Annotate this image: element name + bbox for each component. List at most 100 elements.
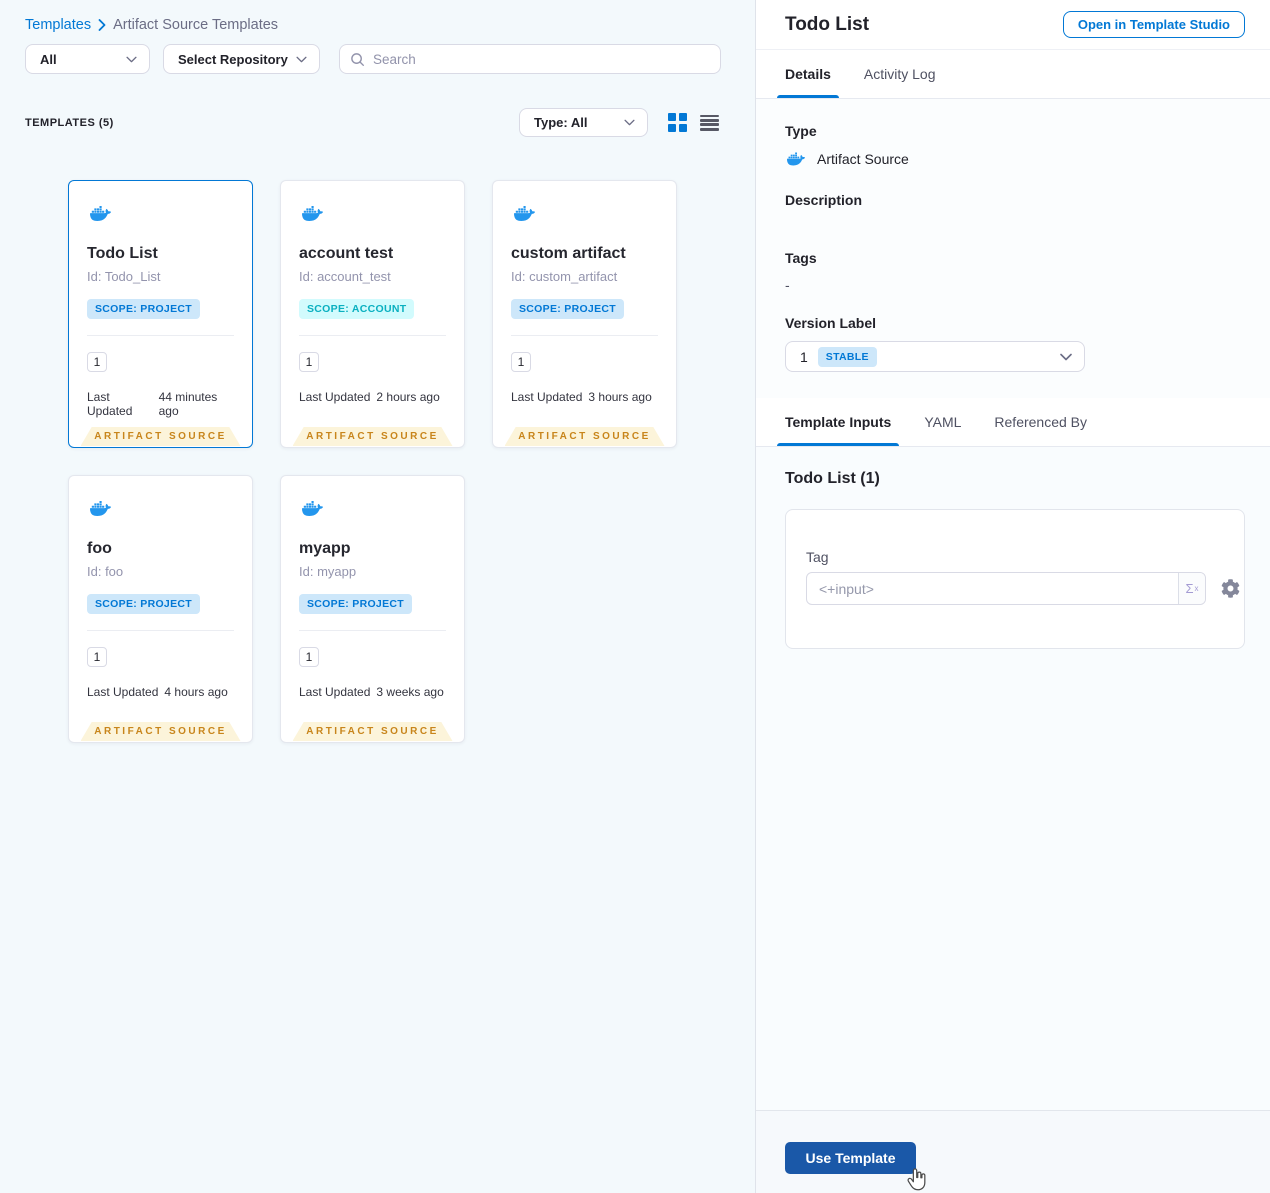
panel-title: Todo List — [785, 13, 870, 35]
scope-badge: SCOPE: PROJECT — [87, 299, 200, 319]
tab-template-inputs[interactable]: Template Inputs — [776, 398, 900, 446]
template-card-custom-artifact[interactable]: custom artifact Id: custom_artifact SCOP… — [492, 180, 677, 448]
docker-icon — [87, 203, 114, 224]
inputs-card: Tag Σx — [785, 509, 1245, 649]
template-card-title: Todo List — [87, 245, 158, 262]
tag-input[interactable] — [807, 573, 1178, 604]
template-card-account-test[interactable]: account test Id: account_test SCOPE: ACC… — [280, 180, 465, 448]
version-count-badge: 1 — [299, 647, 319, 667]
chevron-down-icon — [624, 119, 635, 126]
version-label: Version Label — [785, 315, 877, 331]
template-card-foo[interactable]: foo Id: foo SCOPE: PROJECT 1 Last Update… — [68, 475, 253, 743]
last-updated-label: Last Updated — [87, 685, 159, 699]
details-panel-header: Todo List Open in Template Studio — [756, 0, 1270, 50]
sigma-icon[interactable]: Σx — [1178, 573, 1205, 604]
last-updated-value: 3 hours ago — [588, 390, 652, 404]
type-value: Artifact Source — [817, 151, 909, 167]
template-card-todo-list[interactable]: Todo List Id: Todo_List SCOPE: PROJECT 1… — [68, 180, 253, 448]
chevron-down-icon — [1060, 353, 1072, 361]
tab-yaml[interactable]: YAML — [924, 398, 961, 446]
chevron-down-icon — [296, 56, 307, 63]
template-card-title: myapp — [299, 540, 351, 557]
breadcrumb-templates-link[interactable]: Templates — [25, 17, 91, 33]
tags-value: - — [785, 277, 790, 293]
chevron-right-icon — [98, 19, 106, 31]
filter-bar: All Select Repository — [25, 44, 721, 74]
version-number: 1 — [800, 348, 808, 365]
docker-icon — [511, 203, 538, 224]
repository-filter-dropdown[interactable]: Select Repository — [163, 44, 320, 74]
artifact-source-ribbon: ARTIFACT SOURCE — [292, 722, 453, 741]
tab-activity-log[interactable]: Activity Log — [864, 50, 936, 98]
search-field — [339, 44, 721, 74]
footer-action-bar: Use Template — [756, 1110, 1270, 1193]
docker-icon — [299, 203, 326, 224]
type-filter-dropdown[interactable]: Type: All — [519, 108, 648, 137]
artifact-source-ribbon: ARTIFACT SOURCE — [80, 427, 241, 446]
version-count-badge: 1 — [511, 352, 531, 372]
artifact-source-ribbon: ARTIFACT SOURCE — [504, 427, 665, 446]
version-count-badge: 1 — [299, 352, 319, 372]
docker-icon — [87, 498, 114, 519]
search-icon — [350, 52, 365, 67]
version-dropdown[interactable]: 1 STABLE — [785, 341, 1085, 372]
type-label: Type — [785, 123, 817, 139]
use-template-button[interactable]: Use Template — [785, 1142, 916, 1174]
docker-icon — [785, 150, 807, 168]
scope-filter-dropdown[interactable]: All — [25, 44, 150, 74]
gear-icon[interactable] — [1221, 579, 1240, 598]
details-tabbar: Details Activity Log — [756, 50, 1270, 99]
template-list-panel: Templates Artifact Source Templates All … — [0, 0, 756, 1193]
artifact-source-ribbon: ARTIFACT SOURCE — [292, 427, 453, 446]
template-inputs-content: Todo List (1) Tag Σx — [756, 447, 1270, 1110]
tags-label: Tags — [785, 250, 817, 266]
inputs-heading: Todo List (1) — [785, 470, 880, 487]
tab-details[interactable]: Details — [777, 50, 839, 98]
template-card-id: Id: Todo_List — [87, 269, 161, 284]
scope-badge: SCOPE: ACCOUNT — [299, 299, 415, 319]
open-in-template-studio-button[interactable]: Open in Template Studio — [1062, 11, 1245, 38]
scope-badge: SCOPE: PROJECT — [299, 594, 412, 614]
template-card-title: custom artifact — [511, 245, 626, 262]
divider — [299, 630, 446, 631]
artifact-source-ribbon: ARTIFACT SOURCE — [80, 722, 241, 741]
template-card-id: Id: custom_artifact — [511, 269, 618, 284]
scope-badge: SCOPE: PROJECT — [87, 594, 200, 614]
template-card-myapp[interactable]: myapp Id: myapp SCOPE: PROJECT 1 Last Up… — [280, 475, 465, 743]
last-updated-label: Last Updated — [299, 685, 371, 699]
tag-input-field: Σx — [806, 572, 1206, 605]
search-input[interactable] — [373, 51, 710, 67]
template-card-id: Id: account_test — [299, 269, 391, 284]
last-updated-label: Last Updated — [511, 390, 583, 404]
template-details-panel: Todo List Open in Template Studio Detail… — [756, 0, 1270, 1193]
inputs-tabbar: Template Inputs YAML Referenced By — [756, 398, 1270, 447]
version-count-badge: 1 — [87, 647, 107, 667]
view-toggle-group — [668, 113, 719, 132]
docker-icon — [299, 498, 326, 519]
template-card-grid: Todo List Id: Todo_List SCOPE: PROJECT 1… — [68, 180, 677, 743]
last-updated-value: 4 hours ago — [164, 685, 228, 699]
template-card-id: Id: foo — [87, 564, 124, 579]
divider — [87, 335, 234, 336]
template-card-title: foo — [87, 540, 112, 557]
breadcrumb: Templates Artifact Source Templates — [25, 17, 278, 33]
list-view-icon[interactable] — [700, 114, 719, 131]
grid-view-icon[interactable] — [668, 113, 687, 132]
last-updated-value: 2 hours ago — [376, 390, 440, 404]
last-updated-value: 3 weeks ago — [376, 685, 444, 699]
description-label: Description — [785, 192, 863, 208]
last-updated-label: Last Updated — [87, 390, 133, 418]
template-card-id: Id: myapp — [299, 564, 357, 579]
scope-badge: SCOPE: PROJECT — [511, 299, 624, 319]
last-updated-value: 44 minutes ago — [158, 390, 218, 418]
templates-count-label: TEMPLATES (5) — [25, 117, 114, 129]
tab-referenced-by[interactable]: Referenced By — [994, 398, 1087, 446]
divider — [87, 630, 234, 631]
details-content: Type Artifact Source Description Tags - … — [756, 99, 1270, 398]
divider — [511, 335, 658, 336]
chevron-down-icon — [126, 56, 137, 63]
stable-badge: STABLE — [817, 346, 877, 367]
divider — [299, 335, 446, 336]
breadcrumb-current: Artifact Source Templates — [113, 17, 279, 33]
last-updated-label: Last Updated — [299, 390, 371, 404]
